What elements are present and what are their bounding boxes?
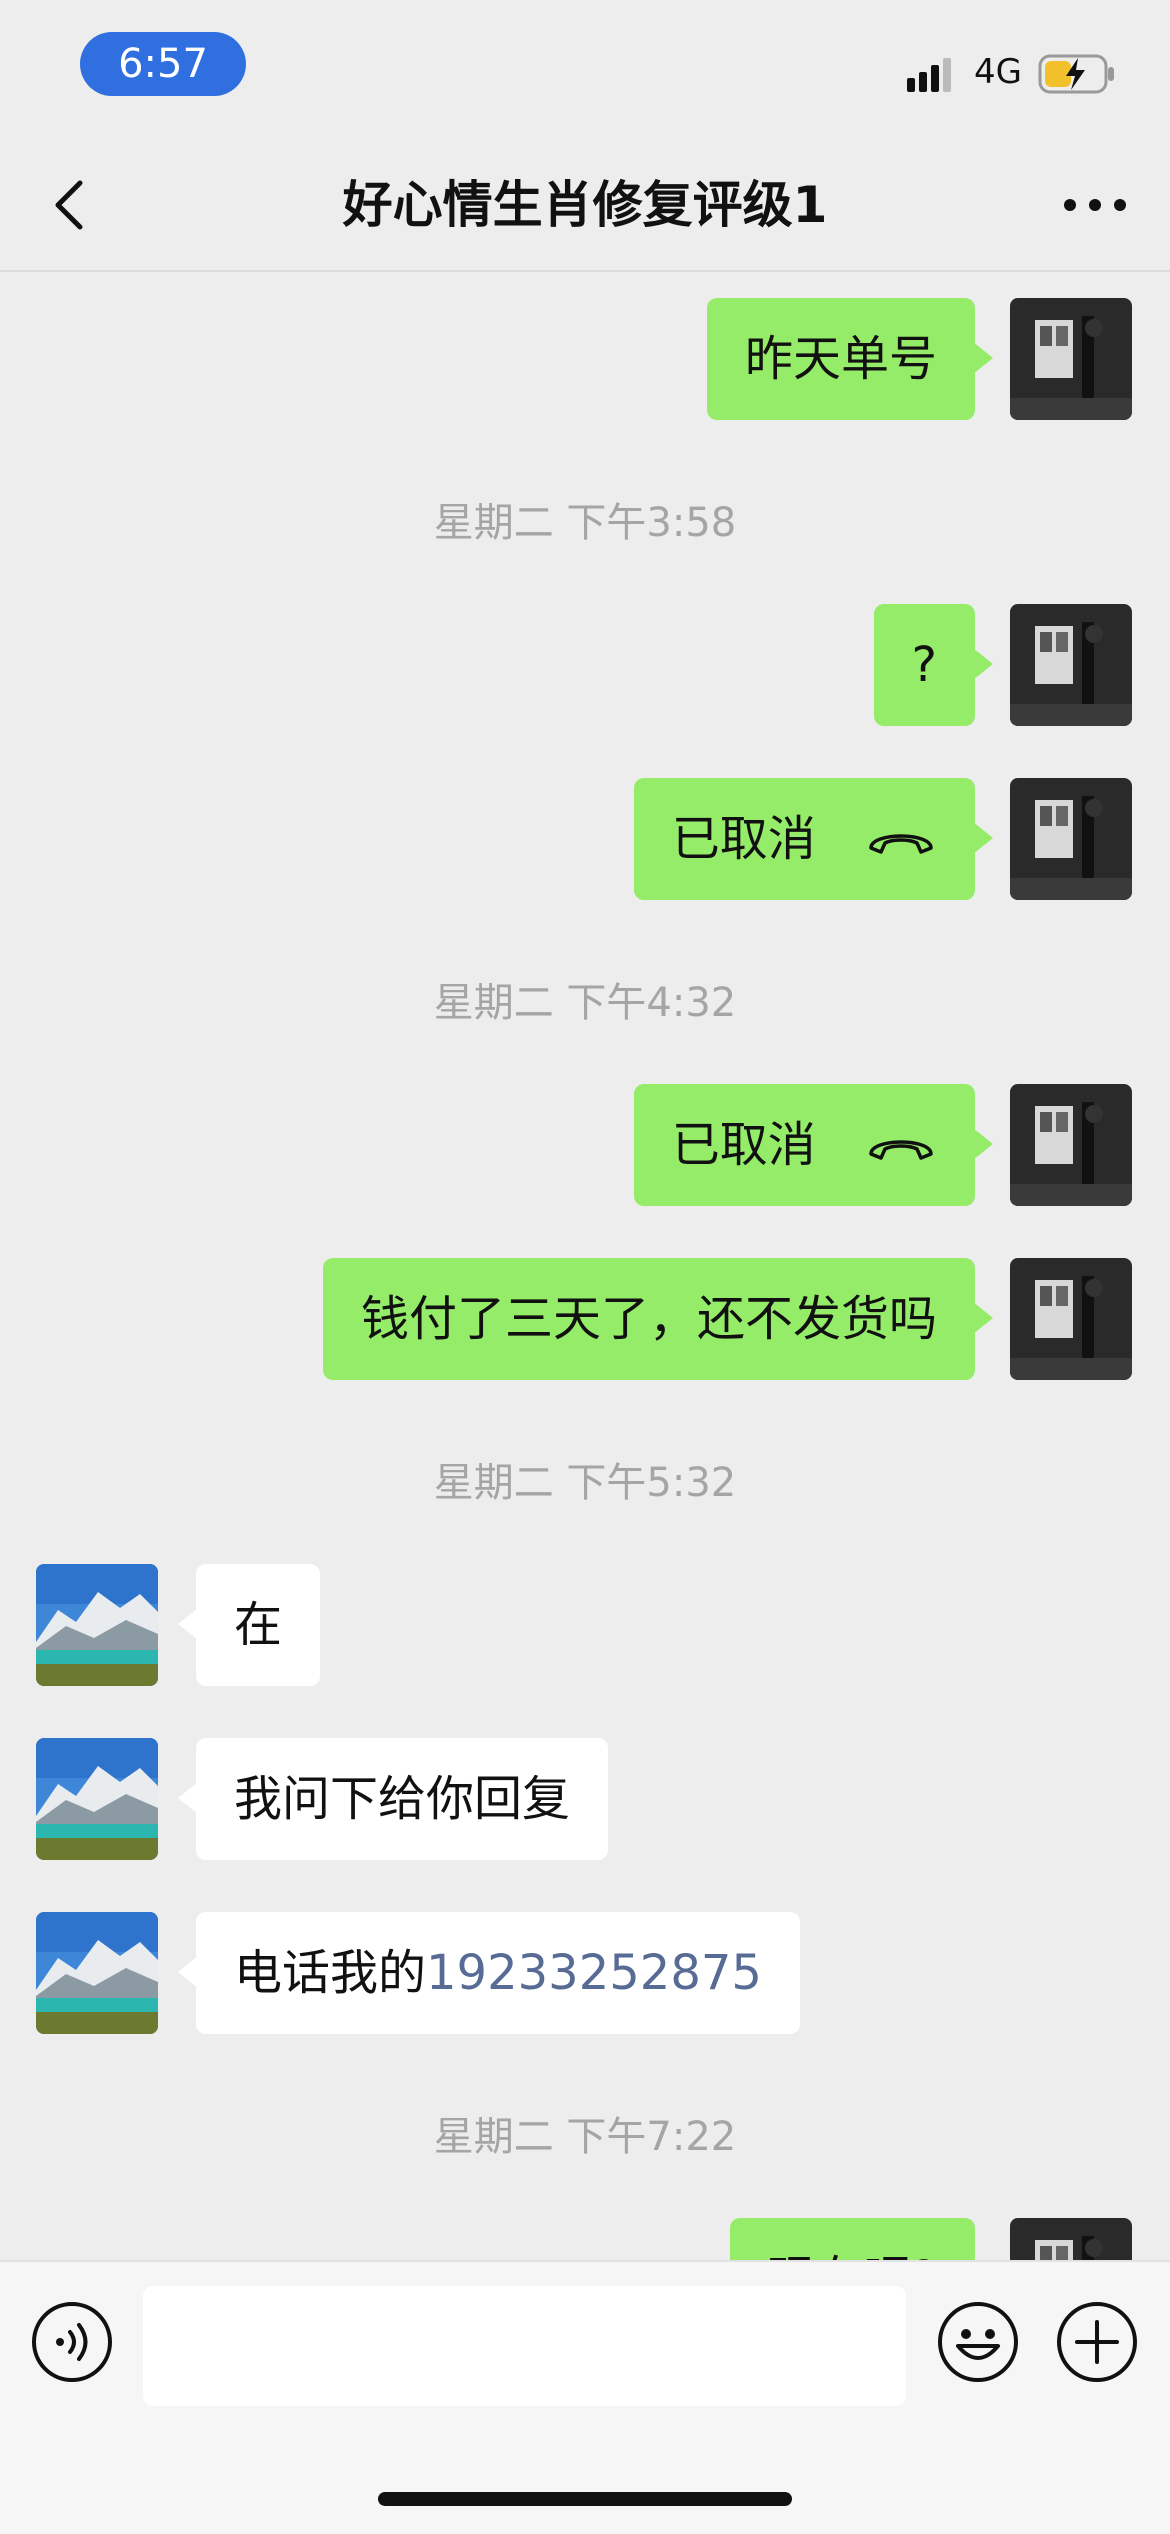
emoji-icon[interactable] — [936, 2300, 1020, 2384]
phone-hangup-icon — [869, 834, 933, 854]
message-timestamp: 星期二 下午4:32 — [433, 980, 737, 1026]
message-text: 已取消 — [671, 1117, 816, 1173]
contact-avatar[interactable] — [36, 1912, 158, 2034]
message-text: 电话我的 — [234, 1945, 427, 2001]
input-bar — [0, 2260, 1170, 2534]
my-avatar[interactable] — [1010, 1084, 1132, 1206]
message-text: 在 — [234, 1597, 283, 1653]
call-record-bubble[interactable]: 已取消 — [633, 778, 994, 900]
message-timestamp: 星期二 下午7:22 — [433, 2114, 737, 2160]
plus-icon[interactable] — [1055, 2300, 1139, 2384]
phone-hangup-icon — [869, 1140, 933, 1160]
status-bar: 6:57 4G — [0, 0, 1170, 140]
message-bubble-outgoing[interactable]: ? — [873, 604, 994, 726]
voice-icon[interactable] — [30, 2300, 114, 2384]
message-text: 钱付了三天了，还不发货吗 — [360, 1291, 937, 1347]
contact-avatar[interactable] — [36, 1564, 158, 1686]
message-timestamp: 星期二 下午3:58 — [433, 500, 737, 546]
chat-header: 好心情生肖修复评级1 — [0, 140, 1170, 272]
call-record-bubble[interactable]: 已取消 — [633, 1084, 994, 1206]
more-dots-icon[interactable] — [1060, 180, 1130, 230]
contact-avatar[interactable] — [36, 1738, 158, 1860]
chat-title: 好心情生肖修复评级1 — [342, 176, 828, 234]
message-bubble-incoming[interactable]: 在 — [177, 1564, 321, 1686]
message-timestamp: 星期二 下午5:32 — [433, 1460, 737, 1506]
message-list[interactable]: 昨天单号 星期二 下午3:58 ? 已取消 星期二 下午4:32 已取消 钱付了… — [0, 272, 1170, 2260]
my-avatar[interactable] — [1010, 778, 1132, 900]
message-text: ? — [911, 637, 937, 693]
message-bubble-outgoing[interactable]: 昨天单号 — [706, 298, 994, 420]
message-text: 已取消 — [671, 811, 816, 867]
my-avatar[interactable] — [1010, 604, 1132, 726]
message-bubble-incoming[interactable]: 电话我的19233252875 — [178, 1912, 800, 2034]
message-text: 我问下给你回复 — [234, 1771, 571, 1827]
my-avatar[interactable] — [1010, 2218, 1132, 2260]
message-text: 昨天单号 — [744, 331, 937, 387]
battery-charging-icon — [1038, 54, 1114, 94]
status-time: 6:57 — [80, 32, 246, 96]
message-input[interactable] — [143, 2286, 906, 2406]
message-text: 现在呢? — [768, 2251, 937, 2260]
home-indicator[interactable] — [378, 2492, 792, 2506]
message-bubble-outgoing[interactable]: 现在呢? — [729, 2218, 975, 2260]
message-bubble-outgoing[interactable]: 钱付了三天了，还不发货吗 — [322, 1258, 994, 1380]
my-avatar[interactable] — [1010, 1258, 1132, 1380]
message-bubble-incoming[interactable]: 我问下给你回复 — [177, 1738, 609, 1860]
network-type-label: 4G — [974, 52, 1022, 92]
signal-icon — [907, 58, 951, 92]
my-avatar[interactable] — [1010, 298, 1132, 420]
phone-number-link[interactable]: 19233252875 — [426, 1945, 762, 2001]
